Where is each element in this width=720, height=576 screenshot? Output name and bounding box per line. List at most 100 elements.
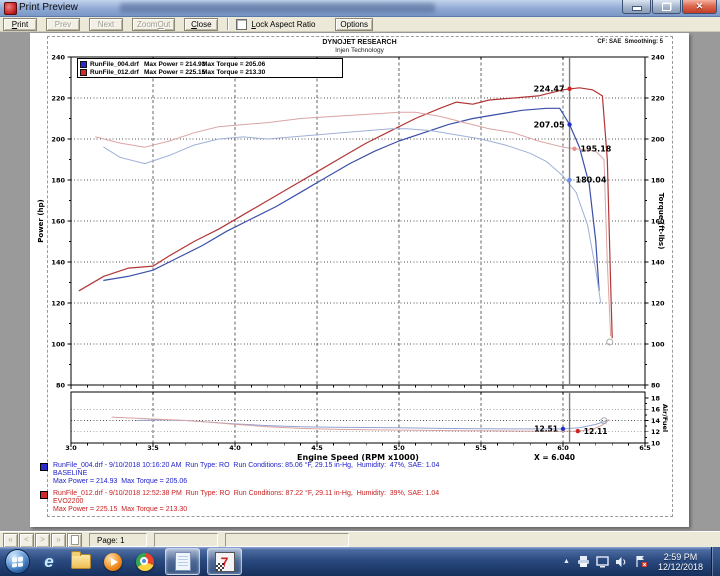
windows-flag-icon	[12, 556, 23, 567]
svg-text:200: 200	[51, 135, 65, 143]
media-player-button[interactable]	[100, 550, 126, 574]
zoom-out-button: Zoom Out	[132, 18, 175, 31]
options-button[interactable]: Options	[335, 18, 373, 31]
toolbar: PrintPrevNextZoom OutClose Lock Aspect R…	[0, 17, 720, 32]
prev-button: Prev	[46, 18, 80, 31]
print-page-nav-button[interactable]	[67, 533, 82, 548]
svg-text:Torque (ft-lbs): Torque (ft-lbs)	[657, 193, 665, 250]
svg-text:Engine Speed (RPM x1000): Engine Speed (RPM x1000)	[297, 453, 419, 462]
action-center-flag-icon[interactable]	[634, 555, 648, 568]
svg-text:120: 120	[51, 299, 65, 307]
svg-text:X = 6.040: X = 6.040	[534, 453, 575, 462]
display-tray-icon[interactable]	[596, 556, 609, 568]
svg-text:16: 16	[651, 406, 661, 414]
media-player-icon	[104, 553, 122, 571]
legend-max-torque: Max Torque = 205.06	[202, 61, 265, 68]
screen: Print Preview ✕ PrintPrevNextZoom OutClo…	[0, 0, 720, 576]
taskbar: e 7 ▲ 2:59 PM 12/12/2018	[0, 547, 720, 576]
svg-text:18: 18	[651, 394, 661, 402]
svg-text:Air/Fuel: Air/Fuel	[661, 404, 669, 432]
svg-text:200: 200	[651, 135, 665, 143]
run-line2: EVO2200	[53, 498, 439, 506]
title-bar: Print Preview ✕	[0, 0, 720, 17]
svg-text:12: 12	[651, 428, 660, 436]
show-desktop-button[interactable]	[711, 547, 720, 576]
lock-aspect-ratio-checkbox[interactable]	[236, 19, 247, 30]
svg-text:10: 10	[651, 439, 661, 447]
clock-time: 2:59 PM	[658, 552, 703, 562]
page-nav-button-0[interactable]: «	[3, 533, 18, 548]
chart-correction-factor: CF: SAE Smoothing: 5	[597, 39, 663, 45]
minimize-button[interactable]	[622, 0, 651, 14]
app-icon	[4, 2, 17, 15]
start-button[interactable]	[5, 549, 30, 574]
svg-text:Power (hp): Power (hp)	[37, 199, 45, 242]
svg-text:6.0: 6.0	[557, 444, 569, 452]
legend-file: RunFile_012.drf	[90, 69, 144, 76]
page-nav-button-2[interactable]: >	[35, 533, 50, 548]
close-button[interactable]: Close	[184, 18, 218, 31]
svg-text:240: 240	[51, 53, 65, 61]
svg-text:140: 140	[51, 258, 65, 266]
svg-text:3.5: 3.5	[147, 444, 159, 452]
run-line1: RunFile_012.drf - 9/10/2018 12:52:38 PM …	[53, 490, 439, 498]
svg-text:207.05: 207.05	[534, 120, 565, 129]
chrome-button[interactable]	[132, 550, 158, 574]
preview-area: 224.47207.05195.18180.0412.5112.11240240…	[0, 32, 720, 531]
toolbar-separator	[227, 18, 228, 30]
dyno-chart: 224.47207.05195.18180.0412.5112.11240240…	[30, 33, 689, 527]
svg-text:3.0: 3.0	[65, 444, 77, 452]
svg-text:80: 80	[56, 381, 66, 389]
page-indicator: Page: 1	[89, 533, 147, 547]
run-line1: RunFile_004.drf - 9/10/2018 10:16:20 AM …	[53, 462, 439, 470]
svg-text:80: 80	[651, 381, 661, 389]
run-summary: RunFile_012.drf - 9/10/2018 12:52:38 PM …	[40, 490, 439, 514]
toolbar-buttons: PrintPrevNextZoom OutClose	[3, 18, 227, 31]
status-bar: «<>» Page: 1	[0, 531, 720, 548]
file-explorer-button[interactable]	[68, 550, 94, 574]
svg-text:195.18: 195.18	[580, 145, 611, 154]
run-summary: RunFile_004.drf - 9/10/2018 10:16:20 AM …	[40, 462, 439, 486]
print-button[interactable]: Print	[3, 18, 37, 31]
page-nav-button-1[interactable]: <	[19, 533, 34, 548]
close-window-button[interactable]: ✕	[682, 0, 717, 14]
chart-legend: RunFile_004.drfMax Power = 214.93Max Tor…	[77, 58, 343, 78]
print-page: 224.47207.05195.18180.0412.5112.11240240…	[30, 33, 689, 527]
svg-text:160: 160	[51, 217, 65, 225]
winpep-window-button[interactable]: 7	[207, 548, 242, 575]
svg-text:12.51: 12.51	[534, 425, 558, 434]
clock-date: 12/12/2018	[658, 562, 703, 572]
svg-text:4.5: 4.5	[311, 444, 323, 452]
svg-text:100: 100	[51, 340, 65, 348]
document-icon	[175, 552, 191, 571]
printer-tray-icon[interactable]	[577, 556, 590, 568]
winpep-icon: 7	[215, 552, 235, 572]
run-summaries: RunFile_004.drf - 9/10/2018 10:16:20 AM …	[40, 462, 439, 518]
legend-file: RunFile_004.drf	[90, 61, 144, 68]
restore-button[interactable]	[652, 0, 681, 14]
window-title: Print Preview	[19, 2, 78, 13]
legend-row: RunFile_004.drfMax Power = 214.93Max Tor…	[80, 60, 340, 68]
internet-explorer-button[interactable]: e	[36, 550, 62, 574]
svg-text:12.11: 12.11	[584, 427, 608, 436]
close-icon: ✕	[696, 2, 704, 11]
chart-company: DYNOJET RESEARCH	[30, 39, 689, 46]
page-nav-button-3[interactable]: »	[51, 533, 66, 548]
title-blurred-text	[120, 3, 435, 13]
print-preview-window-button[interactable]	[165, 548, 200, 575]
page-icon	[71, 535, 79, 545]
svg-text:220: 220	[51, 94, 65, 102]
legend-row: RunFile_012.drfMax Power = 225.15Max Tor…	[80, 68, 340, 76]
legend-swatch	[80, 61, 87, 68]
hidden-icons-arrow[interactable]: ▲	[563, 558, 570, 565]
statusbar-panel	[225, 533, 349, 547]
svg-text:5.5: 5.5	[475, 444, 487, 452]
minimize-icon	[632, 6, 642, 11]
svg-text:14: 14	[651, 417, 661, 425]
taskbar-clock[interactable]: 2:59 PM 12/12/2018	[658, 552, 703, 572]
legend-swatch	[80, 69, 87, 76]
chrome-icon	[136, 553, 154, 571]
volume-tray-icon[interactable]	[615, 556, 628, 568]
restore-icon	[662, 3, 671, 11]
svg-text:240: 240	[651, 53, 665, 61]
